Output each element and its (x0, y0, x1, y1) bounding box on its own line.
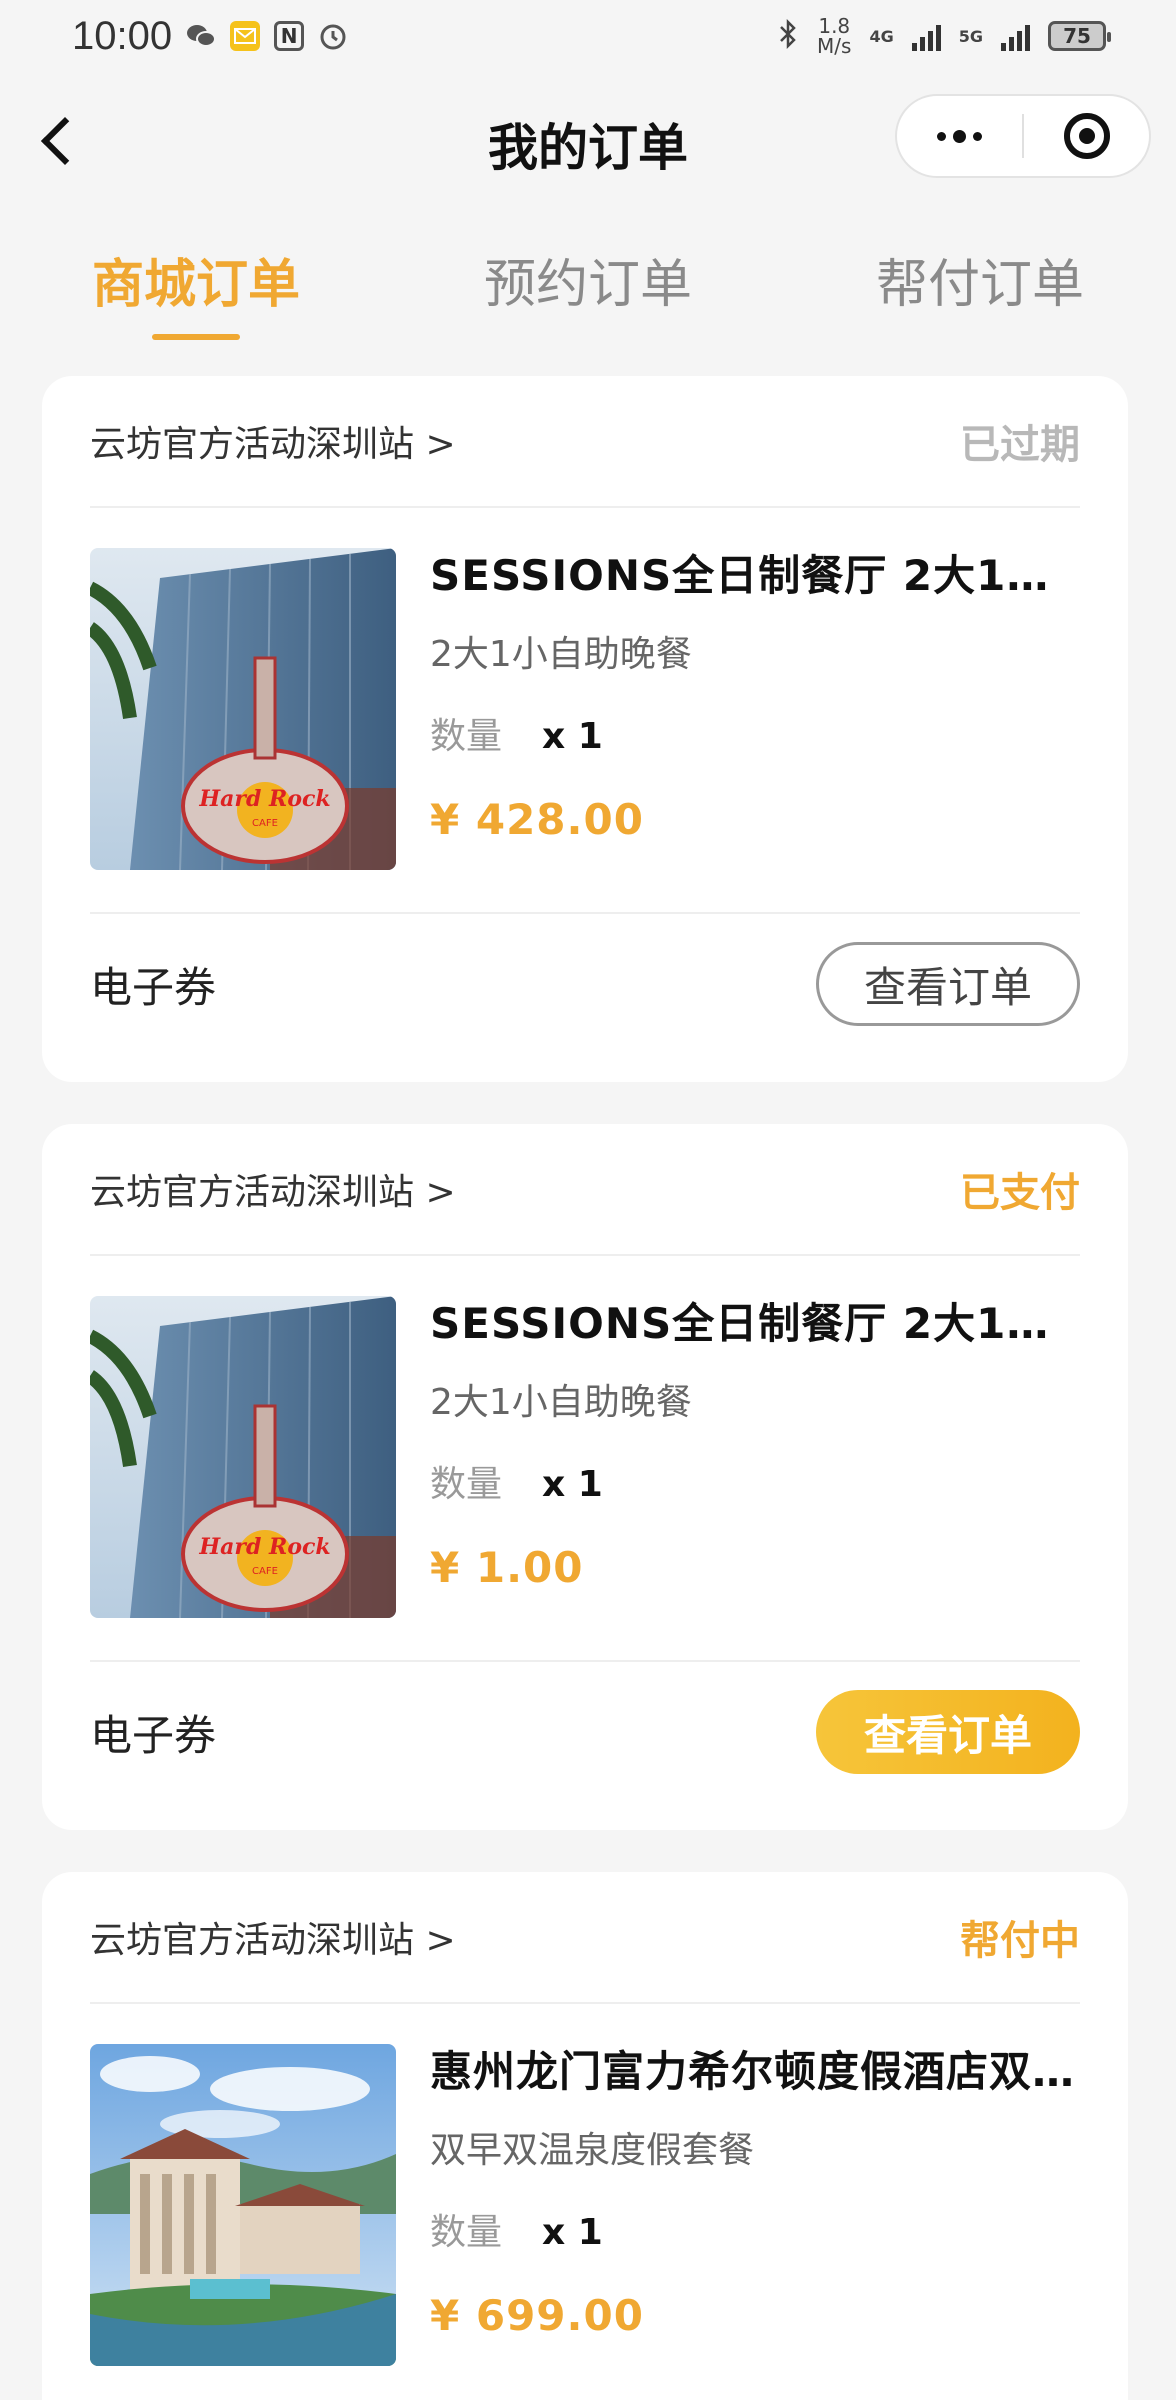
order-status: 帮付中 (960, 1918, 1080, 1964)
order-type-label: 电子券 (90, 1710, 217, 1760)
product-title: SESSIONS全日制餐厅 2大1小自助晚餐 (430, 1299, 1080, 1348)
network-speed: 1.8 M/s (817, 16, 851, 56)
target-icon (1063, 113, 1110, 159)
order-tabs: 商城订单 预约订单 帮付订单 (0, 230, 1176, 340)
product-price: ¥ 428.00 (430, 795, 644, 844)
svg-text:CAFE: CAFE (252, 818, 278, 829)
mail-icon (230, 21, 261, 51)
nfc-icon: N (274, 21, 305, 51)
signal-icon-1 (911, 21, 941, 51)
miniprogram-capsule (895, 94, 1151, 178)
status-bar: 10:00 N 1.8 M/s 4G 5G 75 (0, 0, 1176, 72)
notification-icons: N (186, 21, 348, 51)
product-info: SESSIONS全日制餐厅 2大1小自助晚餐 2大1小自助晚餐 数量 x 1 ¥… (430, 1296, 1080, 1594)
product-info: 惠州龙门富力希尔顿度假酒店双早双温泉度假套餐 双早双温泉度假套餐 数量 x 1 … (430, 2044, 1080, 2342)
order-type-label: 电子券 (90, 962, 217, 1012)
tab-mall-orders[interactable]: 商城订单 (0, 230, 392, 340)
view-order-button[interactable]: 查看订单 (816, 942, 1080, 1026)
order-card[interactable]: 云坊官方活动深圳站 > 帮付中 惠州龙门富力希尔顿度假酒店双早 双早双温泉度假套… (42, 1872, 1128, 2400)
quantity-row: 数量 x 1 (430, 712, 1080, 762)
quantity-label: 数量 (430, 716, 503, 757)
view-order-button[interactable]: 查看订单 (816, 1690, 1080, 1774)
svg-text:CAFE: CAFE (252, 1566, 278, 1577)
navigation-bar: 我的订单 (0, 80, 1176, 200)
order-card-footer: 电子券 查看订单 (90, 1662, 1080, 1802)
product-row[interactable]: Hard Rock CAFE SESSIONS全日制餐厅 2大1小自助晚餐 2大… (90, 1296, 1080, 1618)
status-time: 10:00 (72, 13, 173, 58)
speed-value: 1.8 (818, 14, 851, 38)
quantity-label: 数量 (430, 2212, 503, 2253)
product-image (90, 2044, 396, 2366)
shop-link[interactable]: 云坊官方活动深圳站 > (90, 1911, 456, 1963)
tab-label: 预约订单 (483, 255, 692, 315)
bluetooth-icon (777, 18, 799, 55)
tab-pay-for-orders[interactable]: 帮付订单 (784, 230, 1176, 340)
svg-text:Hard Rock: Hard Rock (198, 786, 330, 812)
tab-label: 商城订单 (91, 255, 300, 315)
tab-label: 帮付订单 (875, 255, 1084, 315)
alarm-icon (318, 21, 348, 51)
quantity-value: x 1 (542, 2212, 603, 2253)
system-indicators: 1.8 M/s 4G 5G 75 (777, 16, 1111, 56)
order-card-header: 云坊官方活动深圳站 > 帮付中 (90, 1872, 1080, 2004)
order-status: 已支付 (960, 1170, 1080, 1216)
product-subtitle: 2大1小自助晚餐 (430, 1382, 692, 1423)
quantity-value: x 1 (542, 716, 603, 757)
quantity-row: 数量 x 1 (430, 1460, 1080, 1510)
active-tab-indicator (152, 334, 240, 340)
tab-booking-orders[interactable]: 预约订单 (392, 230, 784, 340)
order-card[interactable]: 云坊官方活动深圳站 > 已过期 Hard Rock CAFE SESSIONS全… (42, 376, 1128, 1082)
shop-link[interactable]: 云坊官方活动深圳站 > (90, 415, 456, 467)
order-card-header: 云坊官方活动深圳站 > 已支付 (90, 1124, 1080, 1256)
speed-unit: M/s (817, 34, 852, 58)
shop-link[interactable]: 云坊官方活动深圳站 > (90, 1163, 456, 1215)
order-card[interactable]: 云坊官方活动深圳站 > 已支付 Hard Rock CAFE SESSIONS全… (42, 1124, 1128, 1830)
wechat-icon (186, 21, 217, 51)
battery-level: 75 (1063, 24, 1091, 48)
close-miniprogram-button[interactable] (1024, 113, 1149, 159)
quantity-value: x 1 (542, 1464, 603, 1505)
product-row[interactable]: 惠州龙门富力希尔顿度假酒店双早双温泉度假套餐 双早双温泉度假套餐 数量 x 1 … (90, 2044, 1080, 2366)
product-image: Hard Rock CAFE (90, 548, 396, 870)
order-card-footer: 电子券 查看订单 (90, 914, 1080, 1054)
order-status: 已过期 (960, 422, 1080, 468)
product-title: 惠州龙门富力希尔顿度假酒店双早双温泉度假套餐 (430, 2047, 1080, 2096)
product-price: ¥ 1.00 (430, 1543, 584, 1592)
order-card-header: 云坊官方活动深圳站 > 已过期 (90, 376, 1080, 508)
product-price: ¥ 699.00 (430, 2291, 644, 2340)
product-info: SESSIONS全日制餐厅 2大1小自助晚餐 2大1小自助晚餐 数量 x 1 ¥… (430, 548, 1080, 846)
battery-indicator: 75 (1048, 21, 1111, 51)
quantity-label: 数量 (430, 1464, 503, 1505)
product-row[interactable]: Hard Rock CAFE SESSIONS全日制餐厅 2大1小自助晚餐 2大… (90, 548, 1080, 870)
product-subtitle: 双早双温泉度假套餐 (430, 2130, 755, 2171)
svg-text:Hard Rock: Hard Rock (198, 1534, 330, 1560)
product-title: SESSIONS全日制餐厅 2大1小自助晚餐 (430, 551, 1080, 600)
network-type-1: 4G (869, 26, 894, 46)
signal-icon-2 (1001, 21, 1030, 51)
quantity-row: 数量 x 1 (430, 2208, 1080, 2258)
product-image: Hard Rock CAFE (90, 1296, 396, 1618)
product-subtitle: 2大1小自助晚餐 (430, 634, 692, 675)
more-options-button[interactable] (897, 129, 1022, 143)
network-type-2: 5G (958, 26, 983, 46)
